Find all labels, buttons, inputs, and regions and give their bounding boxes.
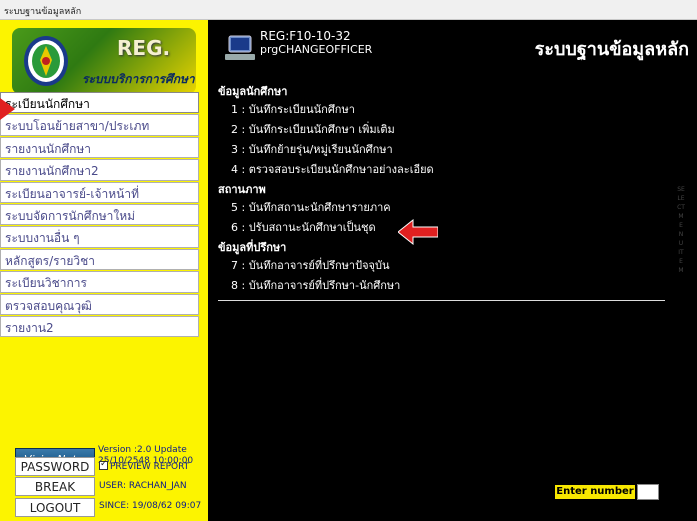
menu-item-student-report-2[interactable]: รายงานนักศึกษา2: [0, 159, 199, 181]
menu-option-7[interactable]: 7 : บันทึกอาจารย์ที่ปรึกษาปัจจุบัน: [218, 256, 668, 276]
menu-item-student-records[interactable]: ระเบียนนักศึกษา: [0, 92, 199, 114]
menu-option-6[interactable]: 6 : ปรับสถานะนักศึกษาเป็นชุด: [218, 218, 668, 238]
enter-number-label: Enter number: [555, 485, 635, 499]
logout-button[interactable]: LOGOUT: [15, 498, 95, 517]
since-info: SINCE: 19/08/62 09:07: [99, 501, 202, 511]
password-button[interactable]: PASSWORD: [15, 457, 95, 476]
selected-menu-arrow-icon: [0, 98, 15, 120]
reg-code: REG:F10-10-32: [260, 29, 351, 43]
system-title: ระบบฐานข้อมูลหลัก: [534, 39, 689, 60]
menu-item-qualifications[interactable]: ตรวจสอบคุณวุฒิ: [0, 293, 199, 315]
menu-option-5[interactable]: 5 : บันทึกสถานะนักศึกษารายภาค: [218, 198, 668, 218]
program-name: prgCHANGEOFFICER: [260, 43, 373, 56]
menu-list: ข้อมูลนักศึกษา 1 : บันทึกระเบียนนักศึกษา…: [218, 82, 668, 296]
menu-option-8[interactable]: 8 : บันทึกอาจารย์ที่ปรึกษา-นักศึกษา: [218, 276, 668, 296]
checkbox-icon[interactable]: [99, 459, 108, 470]
preview-report-label: PREVIEW REPORT: [110, 462, 190, 472]
logo-brand: REG.: [117, 36, 171, 60]
menu-item-student-report[interactable]: รายงานนักศึกษา: [0, 136, 199, 159]
enter-number-input[interactable]: [637, 484, 659, 500]
menu-item-curriculum[interactable]: หลักสูตร/รายวิชา: [0, 248, 199, 271]
sidebar: REG. ระบบบริการการศึกษา ระเบียนนักศึกษา …: [0, 20, 208, 521]
list-divider: [218, 300, 665, 301]
computer-icon: [225, 35, 255, 60]
section-student-data: ข้อมูลนักศึกษา: [218, 85, 288, 98]
window-title: ระบบฐานข้อมูลหลัก: [0, 0, 697, 20]
menu-item-transfer[interactable]: ระบบโอนย้ายสาขา/ประเภท: [0, 114, 199, 136]
main-panel: REG:F10-10-32 prgCHANGEOFFICER ระบบฐานข้…: [208, 20, 697, 521]
section-status: สถานภาพ: [218, 183, 266, 196]
menu-item-other-systems[interactable]: ระบบงานอื่น ๆ: [0, 226, 199, 248]
menu-item-academic-records[interactable]: ระเบียนวิชาการ: [0, 271, 199, 293]
version-line: Version :2.0 Update: [98, 445, 187, 455]
menu-option-4[interactable]: 4 : ตรวจสอบระเบียนนักศึกษาอย่างละเอียด: [218, 160, 668, 180]
logo-subtitle: ระบบบริการการศึกษา: [82, 72, 195, 86]
break-button[interactable]: BREAK: [15, 477, 95, 496]
menu-item-staff-records[interactable]: ระเบียนอาจารย์-เจ้าหน้าที่: [0, 181, 199, 203]
university-seal-icon: [24, 36, 68, 86]
preview-report-checkbox[interactable]: PREVIEW REPORT: [99, 459, 190, 472]
menu-option-2[interactable]: 2 : บันทึกระเบียนนักศึกษา เพิ่มเติม: [218, 120, 668, 140]
highlight-arrow-icon: [398, 219, 438, 245]
menu-item-report-2[interactable]: รายงาน2: [0, 315, 199, 338]
user-info: USER: RACHAN_JAN: [99, 481, 187, 491]
menu-option-1[interactable]: 1 : บันทึกระเบียนนักศึกษา: [218, 100, 668, 120]
menu-item-new-students[interactable]: ระบบจัดการนักศึกษาใหม่: [0, 203, 199, 226]
menu-option-3[interactable]: 3 : บันทึกย้ายรุ่น/หมู่เรียนนักศึกษา: [218, 140, 668, 160]
vertical-select-label: SELECT MENU ITEM: [677, 186, 685, 274]
section-advisor-data: ข้อมูลที่ปรึกษา: [218, 241, 287, 254]
sidebar-menu: ระเบียนนักศึกษา ระบบโอนย้ายสาขา/ประเภท ร…: [0, 92, 199, 338]
logo-banner: REG. ระบบบริการการศึกษา: [12, 28, 196, 94]
